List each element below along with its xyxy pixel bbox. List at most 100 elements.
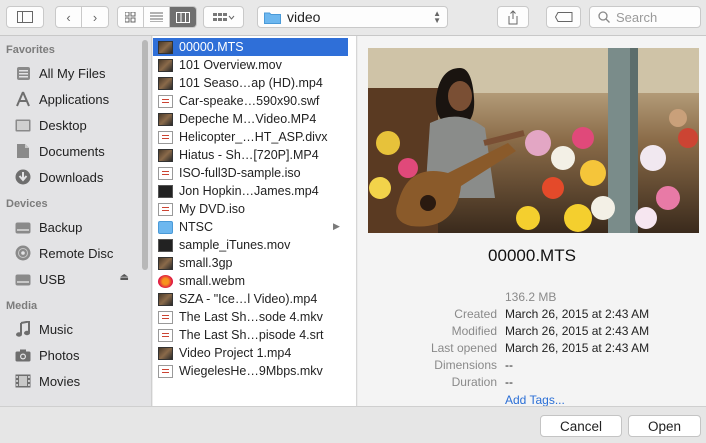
- search-icon: [598, 11, 610, 23]
- cancel-button[interactable]: Cancel: [540, 415, 622, 437]
- documents-icon: [14, 142, 32, 160]
- tag-icon: [554, 12, 572, 22]
- metadata-key: Duration: [451, 375, 497, 389]
- forward-button[interactable]: ›: [82, 7, 108, 27]
- file-list: 00000.MTS 101 Overview.mov 101 Seaso…ap (H…: [153, 36, 356, 380]
- folder-icon: [264, 12, 281, 24]
- open-button[interactable]: Open: [628, 415, 701, 437]
- sidebar-item-movies[interactable]: Movies: [0, 368, 151, 394]
- file-icon: [158, 310, 173, 324]
- metadata-row: Modified March 26, 2015 at 2:43 AM: [358, 324, 706, 341]
- back-button[interactable]: ‹: [56, 7, 82, 27]
- file-row[interactable]: Depeche M…Video.MP4: [153, 110, 356, 128]
- drive-icon: [14, 218, 32, 236]
- file-row[interactable]: ISO-full3D-sample.iso: [153, 164, 356, 182]
- sidebar-section-media: Media: [6, 300, 38, 312]
- file-row[interactable]: Helicopter_…HT_ASP.divx: [153, 128, 356, 146]
- preview-pane: 00000.MTS 136.2 MB Created March 26, 2015…: [358, 36, 706, 406]
- all-files-icon: [14, 64, 32, 82]
- sidebar-toggle-button[interactable]: [6, 6, 44, 28]
- metadata-key: Modified: [451, 324, 497, 338]
- file-name: Video Project 1.mp4: [179, 346, 292, 360]
- sidebar-item-applications[interactable]: Applications: [0, 86, 151, 112]
- sidebar-item-label: Downloads: [39, 169, 104, 185]
- sidebar-scrollbar[interactable]: [142, 40, 148, 270]
- file-icon: [158, 328, 173, 342]
- file-name: small.webm: [179, 274, 245, 288]
- file-row[interactable]: WiegelesHe…9Mbps.mkv: [153, 362, 356, 380]
- file-name: SZA - "Ice…l Video).mp4: [179, 292, 318, 306]
- sidebar-item-desktop[interactable]: Desktop: [0, 112, 151, 138]
- metadata-row: Last opened March 26, 2015 at 2:43 AM: [358, 341, 706, 358]
- file-name: Car-speake…590x90.swf: [179, 94, 320, 108]
- chevron-right-icon: ›: [92, 9, 98, 25]
- file-row[interactable]: The Last Sh…pisode 4.srt: [153, 326, 356, 344]
- path-label: video: [287, 9, 321, 25]
- share-button[interactable]: [497, 6, 529, 28]
- sidebar-item-all-my-files[interactable]: All My Files: [0, 60, 151, 86]
- desktop-icon: [14, 116, 32, 134]
- file-row[interactable]: Video Project 1.mp4: [153, 344, 356, 362]
- file-icon: [158, 238, 173, 252]
- sidebar-item-music[interactable]: Music: [0, 316, 151, 342]
- film-icon: [14, 372, 32, 390]
- search-input[interactable]: [614, 8, 698, 26]
- file-name: Depeche M…Video.MP4: [179, 112, 317, 126]
- file-row[interactable]: small.3gp: [153, 254, 356, 272]
- sidebar-item-usb[interactable]: USB ⏏: [0, 266, 151, 292]
- file-name: small.3gp: [179, 256, 233, 270]
- sidebar-section-devices: Devices: [6, 198, 48, 210]
- list-view-button[interactable]: [144, 7, 170, 27]
- metadata-row: Created March 26, 2015 at 2:43 AM: [358, 307, 706, 324]
- file-name: Jon Hopkin…James.mp4: [179, 184, 319, 198]
- file-name: The Last Sh…sode 4.mkv: [179, 310, 323, 324]
- sidebar-item-remote-disc[interactable]: Remote Disc: [0, 240, 151, 266]
- sidebar-item-label: Movies: [39, 373, 81, 389]
- add-tags-link[interactable]: Add Tags...: [505, 393, 565, 406]
- tags-button[interactable]: [546, 6, 581, 28]
- file-name: My DVD.iso: [179, 202, 245, 216]
- sidebar-item-label: Backup: [39, 219, 83, 235]
- file-row[interactable]: The Last Sh…sode 4.mkv: [153, 308, 356, 326]
- camera-icon: [14, 346, 32, 364]
- list-icon: [150, 12, 163, 22]
- file-icon: [158, 202, 173, 216]
- icon-view-button[interactable]: [118, 7, 144, 27]
- sidebar-item-label: Photos: [39, 347, 80, 363]
- video-thumbnail-icon: [158, 292, 173, 306]
- file-row[interactable]: Jon Hopkin…James.mp4: [153, 182, 356, 200]
- file-icon: [158, 130, 173, 144]
- file-row[interactable]: 101 Overview.mov: [153, 56, 356, 74]
- file-row[interactable]: 00000.MTS: [153, 38, 348, 56]
- view-mode-control: [117, 6, 197, 28]
- file-row[interactable]: 101 Seaso…ap (HD).mp4: [153, 74, 356, 92]
- file-row[interactable]: Hiatus - Sh…[720P].MP4: [153, 146, 356, 164]
- folder-row[interactable]: NTSC ▶: [153, 218, 356, 236]
- sidebar-item-backup[interactable]: Backup: [0, 214, 151, 240]
- metadata-list: 136.2 MB Created March 26, 2015 at 2:43 A…: [358, 290, 706, 392]
- eject-icon[interactable]: ⏏: [120, 272, 129, 283]
- file-row[interactable]: SZA - "Ice…l Video).mp4: [153, 290, 356, 308]
- sidebar-item-downloads[interactable]: Downloads: [0, 164, 151, 190]
- path-popup[interactable]: video ▲ ▼: [257, 6, 448, 28]
- file-icon: [158, 274, 173, 288]
- file-row[interactable]: small.webm: [153, 272, 356, 290]
- sidebar-item-documents[interactable]: Documents: [0, 138, 151, 164]
- video-thumbnail-icon: [158, 112, 173, 126]
- arrange-button[interactable]: [203, 6, 244, 28]
- file-icon: [158, 364, 173, 378]
- video-preview-image: [368, 48, 699, 233]
- metadata-key: Created: [454, 307, 497, 321]
- file-row[interactable]: Car-speake…590x90.swf: [153, 92, 356, 110]
- file-row[interactable]: My DVD.iso: [153, 200, 356, 218]
- file-name: NTSC: [179, 220, 214, 234]
- column-view-button[interactable]: [170, 7, 196, 27]
- file-name: WiegelesHe…9Mbps.mkv: [179, 364, 323, 378]
- sidebar-item-photos[interactable]: Photos: [0, 342, 151, 368]
- sidebar-item-label: Applications: [39, 91, 110, 107]
- file-row[interactable]: sample_iTunes.mov: [153, 236, 356, 254]
- search-field[interactable]: [589, 6, 701, 28]
- metadata-value: March 26, 2015 at 2:43 AM: [505, 307, 650, 321]
- sidebar-item-label: Desktop: [39, 117, 87, 133]
- applications-icon: [14, 90, 32, 108]
